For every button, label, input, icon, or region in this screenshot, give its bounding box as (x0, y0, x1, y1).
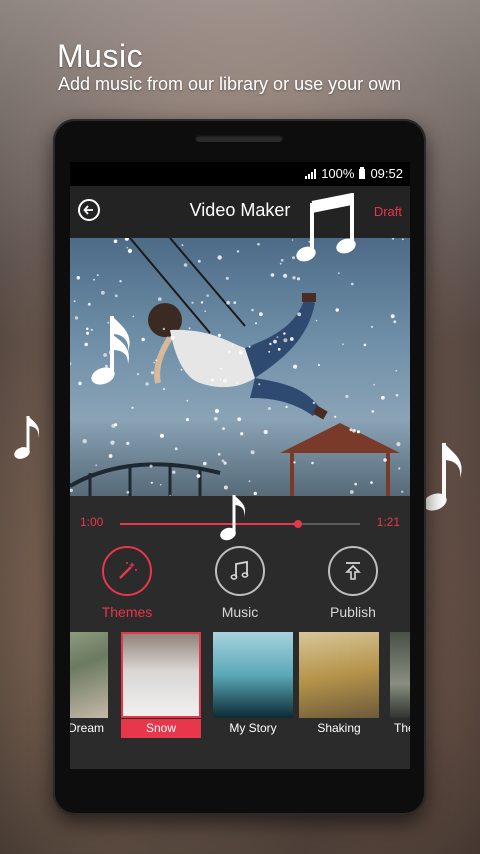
music-note-icon (14, 416, 40, 459)
theme-item-dream[interactable]: Dream (70, 632, 108, 738)
themes-button[interactable]: Themes (70, 546, 184, 620)
app-screen: 100% 09:52 Video Maker Draft 1:00 1:21 T… (70, 162, 410, 769)
clock: 09:52 (370, 166, 403, 181)
theme-item-my-story[interactable]: My Story (213, 632, 293, 738)
signal-icon (305, 168, 317, 179)
current-time: 1:00 (80, 515, 104, 529)
timeline-handle[interactable] (293, 520, 302, 528)
theme-label: Snow (121, 719, 201, 738)
publish-button[interactable]: Publish (296, 546, 410, 620)
battery-icon (359, 166, 366, 179)
phone-speaker (195, 135, 283, 142)
draft-button[interactable]: Draft (374, 204, 402, 219)
theme-thumbnail (70, 632, 108, 718)
action-bar: Themes Music Publish (70, 546, 410, 626)
theme-label: My Story (229, 721, 277, 735)
music-label: Music (221, 604, 259, 620)
theme-item-snow[interactable]: Snow (121, 632, 201, 738)
phone-frame: 100% 09:52 Video Maker Draft 1:00 1:21 T… (53, 119, 426, 815)
theme-label: Shaking (317, 721, 361, 735)
music-note-icon (91, 316, 130, 385)
status-bar: 100% 09:52 (70, 162, 410, 186)
theme-item-shaking[interactable]: Shaking (299, 632, 379, 738)
magic-wand-icon (119, 562, 137, 579)
music-note-icon (220, 495, 246, 541)
battery-level: 100% (321, 166, 355, 181)
themes-label: Themes (101, 604, 153, 620)
theme-carousel[interactable]: Dream Snow My Story Shaking The (70, 632, 410, 738)
music-note-icon (423, 443, 462, 511)
music-button[interactable]: Music (183, 546, 297, 620)
theme-thumbnail (299, 632, 379, 718)
timeline-progress (120, 523, 298, 525)
total-time: 1:21 (376, 515, 400, 529)
page-subtitle: Add music from our library or use your o… (58, 74, 402, 94)
app-bar: Video Maker Draft (70, 186, 410, 238)
publish-label: Publish (330, 604, 376, 620)
theme-item-the[interactable]: The (390, 632, 410, 738)
theme-label: Dream (70, 721, 104, 735)
theme-thumbnail (213, 632, 293, 718)
app-title: Video Maker (189, 200, 291, 220)
theme-thumbnail (390, 632, 410, 718)
music-note-icon (230, 560, 249, 580)
theme-label: The (394, 721, 410, 735)
theme-thumbnail (121, 632, 201, 718)
music-note-icon (296, 193, 356, 262)
page-title: Music (57, 38, 144, 74)
upload-icon (345, 562, 361, 580)
